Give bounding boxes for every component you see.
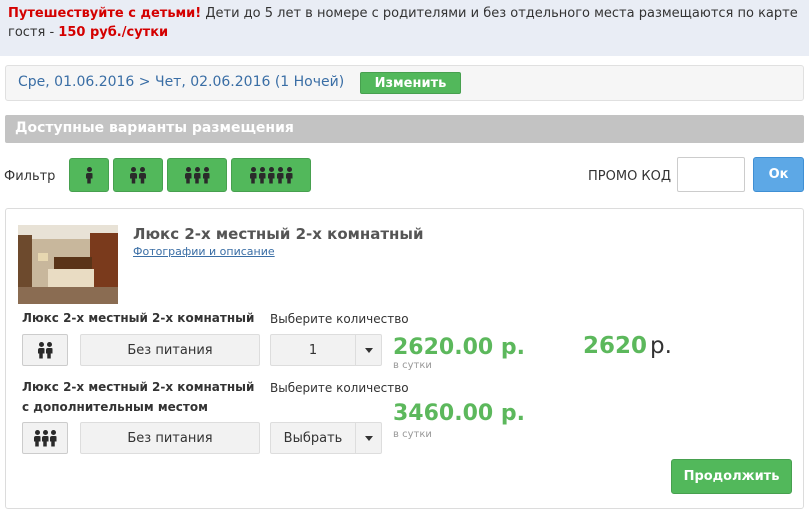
person-icon <box>185 166 192 184</box>
quantity-select[interactable]: Выбрать <box>270 422 382 454</box>
section-title: Доступные варианты размещения <box>5 115 804 143</box>
promo-code-input[interactable] <box>677 157 745 192</box>
rate-name: Люкс 2-х местный 2-х комнатный <box>22 311 255 325</box>
total-currency: р. <box>650 333 672 359</box>
person-icon <box>50 429 57 447</box>
promo-price: 150 руб./сутки <box>58 25 169 40</box>
total-price: 2620 <box>583 333 648 359</box>
filter-1-person-button[interactable] <box>69 158 109 192</box>
change-dates-button[interactable]: Изменить <box>360 72 461 94</box>
guests-button[interactable] <box>22 422 68 454</box>
chevron-down-icon <box>355 335 381 365</box>
continue-button[interactable]: Продолжить <box>671 459 792 494</box>
meal-button[interactable]: Без питания <box>80 334 260 366</box>
person-icon <box>286 166 293 184</box>
person-icon <box>46 341 53 359</box>
stay-dates: Сре, 01.06.2016 > Чет, 02.06.2016 (1 Ноч… <box>18 74 345 90</box>
promo-highlight: Путешествуйте с детьми! <box>8 6 202 21</box>
per-day-label: в сутки <box>393 429 432 440</box>
person-icon <box>277 166 284 184</box>
person-icon <box>268 166 275 184</box>
filter-3-persons-button[interactable] <box>167 158 227 192</box>
person-icon <box>139 166 146 184</box>
qty-label: Выберите количество <box>270 312 409 326</box>
person-icon <box>130 166 137 184</box>
filter-5-persons-button[interactable] <box>231 158 311 192</box>
person-icon <box>42 429 49 447</box>
filter-2-persons-button[interactable] <box>113 158 163 192</box>
person-icon <box>203 166 210 184</box>
promo-code-label: ПРОМО КОД <box>588 169 672 184</box>
person-icon <box>259 166 266 184</box>
photos-description-link[interactable]: Фотографии и описание <box>133 245 275 258</box>
room-photo[interactable] <box>18 225 118 304</box>
guests-button[interactable] <box>22 334 68 366</box>
rate-name: Люкс 2-х местный 2-х комнатный с дополни… <box>22 380 255 414</box>
person-icon <box>194 166 201 184</box>
chevron-down-icon <box>355 423 381 453</box>
person-icon <box>34 429 41 447</box>
filter-label: Фильтр <box>4 169 56 184</box>
promo-ok-button[interactable]: Ок <box>753 157 804 192</box>
quantity-select[interactable]: 1 <box>270 334 382 366</box>
room-card: Люкс 2-х местный 2-х комнатный Фотографи… <box>5 208 804 509</box>
room-title: Люкс 2-х местный 2-х комнатный <box>133 225 424 243</box>
promo-banner: Путешествуйте с детьми! Дети до 5 лет в … <box>0 0 809 56</box>
quantity-value: Выбрать <box>283 430 343 446</box>
per-day-label: в сутки <box>393 360 432 371</box>
rate-price: 3460.00 р. <box>393 401 525 426</box>
quantity-value: 1 <box>308 342 318 358</box>
person-icon <box>86 166 93 184</box>
date-bar: Сре, 01.06.2016 > Чет, 02.06.2016 (1 Ноч… <box>5 65 804 101</box>
qty-label: Выберите количество <box>270 381 409 395</box>
rate-price: 2620.00 р. <box>393 335 525 360</box>
room-photo-image <box>18 225 118 304</box>
meal-button[interactable]: Без питания <box>80 422 260 454</box>
person-icon <box>38 341 45 359</box>
person-icon <box>250 166 257 184</box>
